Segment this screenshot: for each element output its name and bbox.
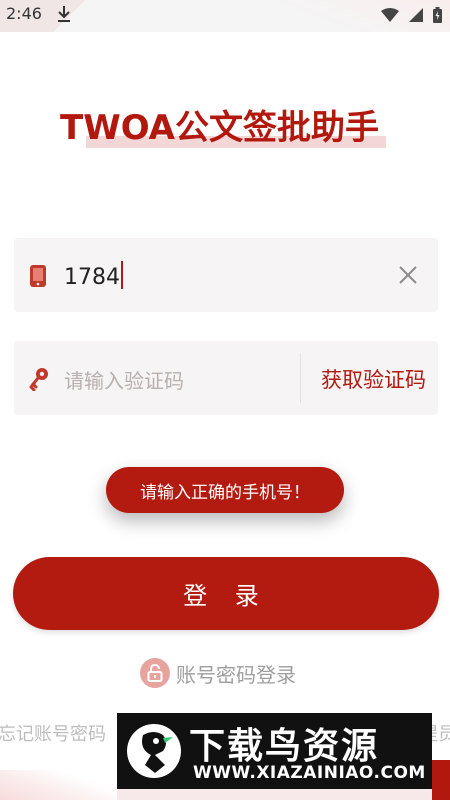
account-login-label: 账号密码登录 [176,662,296,687]
app-title-block: TWOA公文签批助手 [60,100,400,160]
login-button-label: 登 录 [183,582,269,610]
bottom-decoration [0,770,120,800]
close-icon[interactable] [396,263,420,287]
download-icon [58,6,70,22]
phone-icon [30,265,46,287]
bottom-decoration-right [432,760,450,800]
key-icon [29,368,48,391]
battery-icon [433,7,442,23]
field-divider [300,353,301,403]
lock-icon [140,658,170,688]
wifi-icon [381,8,399,22]
phone-input-field[interactable]: 1784 [14,238,438,312]
get-code-button[interactable]: 获取验证码 [321,364,426,394]
code-input[interactable]: 请输入验证码 [64,365,184,394]
toast-message: 请输入正确的手机号！ [140,482,310,503]
bird-logo-icon [127,724,181,778]
bottom-strip-decoration [117,789,432,800]
watermark-url: WWW.XIAZAINIAO.COM [193,763,426,783]
status-time: 2:46 [6,4,42,23]
verification-code-field[interactable]: 请输入验证码 获取验证码 [14,341,438,415]
text-caret [121,261,123,289]
app-title: TWOA公文签批助手 [60,108,379,148]
signal-icon [409,8,423,22]
status-bar: 2:46 [0,0,450,32]
watermark-banner: 下载鸟资源 WWW.XIAZAINIAO.COM [117,713,432,789]
watermark-text: 下载鸟资源 [189,726,380,767]
error-toast: 请输入正确的手机号！ [106,467,344,513]
status-icons [381,7,442,23]
forgot-password-link[interactable]: 忘记账号密码 [0,720,106,746]
phone-value[interactable]: 1784 [64,261,123,290]
phone-value-text: 1784 [64,265,120,290]
account-password-login-link[interactable]: 账号密码登录 [140,658,296,688]
login-button[interactable]: 登 录 [13,557,439,630]
